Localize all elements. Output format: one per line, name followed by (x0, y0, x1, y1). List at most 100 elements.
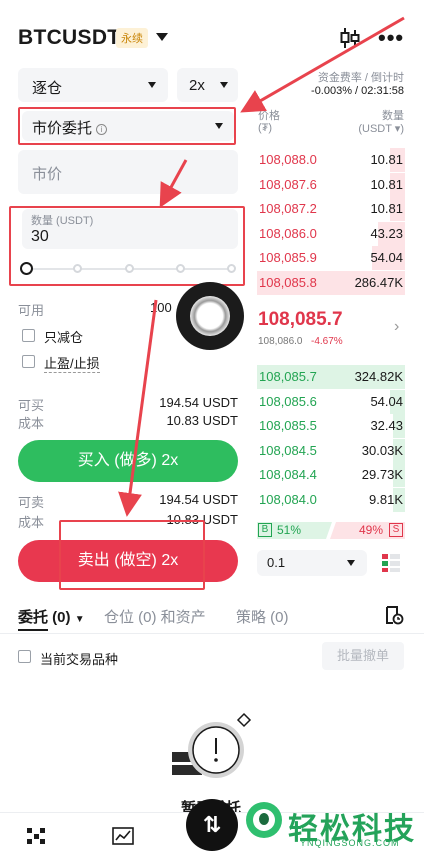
ob-qty-unit[interactable]: (USDT ▾) (320, 122, 404, 135)
price-change: -4.67% (311, 336, 343, 347)
ob-price-unit: (₮) (258, 122, 273, 134)
precision-select[interactable]: 0.1 (257, 550, 367, 576)
bid-row[interactable]: 108,085.5 32.43 (257, 414, 405, 439)
ask-price: 108,085.9 (259, 250, 317, 266)
sell-ratio-badge: S (389, 523, 403, 537)
order-history-icon[interactable] (384, 605, 404, 625)
ask-row[interactable]: 108,088.0 10.81 (257, 148, 405, 172)
candlestick-icon[interactable] (338, 26, 362, 50)
ask-row[interactable]: 108,085.9 54.04 (257, 246, 405, 271)
available-value: 100 (150, 300, 172, 315)
last-price: 108,085.7 (258, 309, 343, 330)
current-symbol-checkbox[interactable] (18, 650, 31, 663)
book-layout-icon[interactable] (380, 552, 402, 574)
chevron-down-icon (347, 560, 355, 566)
tp-sl-checkbox[interactable] (22, 355, 35, 368)
bid-price: 108,084.4 (259, 467, 317, 483)
sell-max-label: 可卖 (18, 495, 45, 510)
margin-mode-label: 逐仓 (32, 80, 63, 97)
funding-value: -0.003% / 02:31:58 (311, 85, 404, 97)
ob-qty-header: 数量 (382, 110, 404, 122)
annotation-box-sell (59, 520, 205, 590)
ask-qty: 43.23 (370, 225, 403, 241)
watermark-url: YNQINGSONG.COM (300, 838, 400, 848)
floating-assist-button[interactable] (176, 282, 244, 350)
bid-price: 108,085.6 (259, 393, 317, 409)
bid-qty: 29.73K (361, 467, 403, 483)
buy-max-value: 194.54 USDT (159, 395, 238, 410)
ask-row[interactable]: 108,085.8 286.47K (257, 271, 405, 295)
bid-price: 108,085.7 (259, 369, 317, 384)
tab-orders[interactable]: 委托 (0) ▼ (18, 606, 85, 627)
leverage-select[interactable]: 2x (177, 68, 238, 102)
chart-icon[interactable] (112, 827, 134, 845)
bid-row[interactable]: 108,084.4 29.73K (257, 463, 405, 488)
available-label: 可用 (18, 303, 45, 318)
bid-qty: 30.03K (361, 442, 403, 458)
bid-price: 108,085.5 (259, 418, 317, 434)
perpetual-badge: 永续 (116, 28, 148, 48)
tab-positions[interactable]: 仓位 (0) 和资产 (104, 606, 206, 627)
bid-row[interactable]: 108,084.0 9.81K (257, 488, 405, 512)
trade-swap-icon[interactable]: ⇅ (186, 799, 238, 851)
tp-sl-label[interactable]: 止盈/止损 (44, 353, 100, 373)
more-icon[interactable]: ••• (378, 27, 404, 49)
ask-row[interactable]: 108,087.2 10.81 (257, 197, 405, 222)
buy-ratio-value: 51% (277, 523, 302, 537)
price-field[interactable]: 市价 (18, 150, 238, 194)
ask-row[interactable]: 108,087.6 10.81 (257, 172, 405, 197)
sell-cost-label: 成本 (18, 515, 45, 530)
ask-qty: 54.04 (370, 250, 403, 266)
buy-long-button[interactable]: 买入 (做多) 2x (18, 440, 238, 482)
active-tab-indicator (18, 629, 48, 631)
ask-price: 108,086.0 (259, 225, 317, 241)
annotation-box-order-type (18, 107, 236, 145)
ask-price: 108,088.0 (259, 152, 317, 167)
tab-strategy[interactable]: 策略 (0) (236, 606, 289, 627)
ask-row[interactable]: 108,086.0 43.23 (257, 221, 405, 246)
ask-price: 108,085.8 (259, 275, 317, 290)
annotation-box-quantity (9, 206, 245, 286)
bid-qty: 32.43 (370, 418, 403, 434)
cancel-all-button[interactable]: 批量撤单 (322, 642, 404, 670)
assist-ring-icon (190, 296, 230, 336)
margin-mode-select[interactable]: 逐仓 (18, 68, 168, 102)
bid-row[interactable]: 108,085.7 324.82K (257, 365, 405, 389)
precision-value: 0.1 (267, 555, 286, 570)
current-symbol-label: 当前交易品种 (40, 652, 119, 667)
symbol-title[interactable]: BTCUSDT (18, 26, 120, 50)
buy-ratio-badge: B (258, 523, 272, 537)
chevron-down-icon: ▼ (74, 614, 85, 625)
tabs-divider (0, 633, 424, 634)
bid-row[interactable]: 108,085.6 54.04 (257, 389, 405, 414)
funding-label: 资金费率 / 倒计时 (317, 72, 404, 84)
buy-max-label: 可买 (18, 398, 45, 413)
chevron-down-icon (148, 82, 156, 88)
buy-cost-label: 成本 (18, 416, 45, 431)
ask-price: 108,087.6 (259, 176, 317, 192)
ask-qty: 10.81 (370, 176, 403, 192)
ask-qty: 286.47K (354, 275, 403, 290)
symbol-caret-icon[interactable] (156, 33, 168, 41)
chevron-down-icon (220, 82, 228, 88)
reduce-only-checkbox[interactable] (22, 329, 35, 342)
markets-icon[interactable] (26, 827, 46, 845)
watermark-logo (246, 802, 282, 838)
ask-qty: 10.81 (370, 201, 403, 217)
ob-price-header: 价格 (258, 110, 280, 122)
chevron-right-icon[interactable]: › (394, 318, 399, 336)
bid-qty: 9.81K (369, 492, 403, 507)
reduce-only-label: 只减仓 (44, 330, 84, 345)
ask-price: 108,087.2 (259, 201, 317, 217)
mark-price: 108,086.0 (258, 336, 303, 347)
bid-price: 108,084.0 (259, 492, 317, 507)
ask-qty: 10.81 (370, 152, 403, 167)
buy-cost-value: 10.83 USDT (166, 413, 238, 428)
bid-qty: 54.04 (370, 393, 403, 409)
tab-orders-label: 委托 (0) (18, 609, 71, 626)
bid-row[interactable]: 108,084.5 30.03K (257, 438, 405, 463)
bid-qty: 324.82K (354, 369, 403, 384)
leverage-label: 2x (189, 77, 205, 94)
empty-state-icon (172, 712, 252, 778)
buy-sell-ratio-bar: B 51% 49% S (257, 522, 405, 539)
